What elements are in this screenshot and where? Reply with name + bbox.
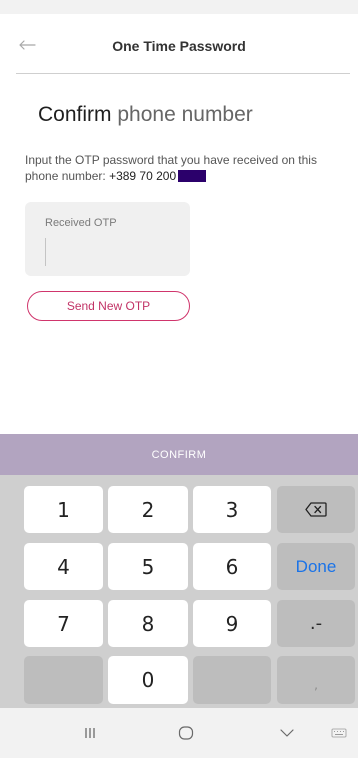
key-8[interactable]: 8 <box>108 600 188 647</box>
recent-apps-button[interactable] <box>75 720 105 746</box>
otp-input-label: Received OTP <box>45 217 117 229</box>
key-6-label: 6 <box>225 554 239 579</box>
page-title: One Time Password <box>112 38 246 54</box>
hide-keyboard-icon <box>280 729 294 737</box>
recent-apps-icon <box>85 728 95 738</box>
hide-keyboard-button[interactable] <box>272 720 302 746</box>
confirm-button[interactable]: CONFIRM <box>0 434 358 475</box>
key-9-label: 9 <box>225 611 239 636</box>
key-4-label: 4 <box>57 554 70 579</box>
key-0[interactable]: 0 <box>108 656 188 704</box>
done-key-label: Done <box>295 556 337 576</box>
text-caret <box>45 238 46 266</box>
comma-label: , <box>314 678 318 692</box>
system-navigation-bar <box>0 708 358 758</box>
key-9[interactable]: 9 <box>193 600 271 647</box>
empty-key-left <box>24 656 103 704</box>
comma-key[interactable]: , <box>277 656 355 704</box>
status-bar <box>0 0 358 14</box>
heading-light: phone number <box>111 103 253 126</box>
key-3-label: 3 <box>225 497 239 522</box>
key-2[interactable]: 2 <box>108 486 188 533</box>
key-6[interactable]: 6 <box>193 543 271 590</box>
dot-minus-key[interactable]: .- <box>277 600 355 647</box>
key-8-label: 8 <box>141 611 155 636</box>
key-1[interactable]: 1 <box>24 486 103 533</box>
key-5-label: 5 <box>141 554 155 579</box>
key-7[interactable]: 7 <box>24 600 103 647</box>
home-button[interactable] <box>171 720 201 746</box>
confirm-heading: Confirm phone number <box>38 103 253 127</box>
otp-input-field[interactable]: Received OTP <box>25 202 190 276</box>
backspace-icon <box>305 502 327 517</box>
key-4[interactable]: 4 <box>24 543 103 590</box>
app-header: One Time Password <box>0 14 358 74</box>
backspace-key[interactable] <box>277 486 355 533</box>
key-3[interactable]: 3 <box>193 486 271 533</box>
dot-minus-label: .- <box>309 613 323 634</box>
key-7-label: 7 <box>57 611 70 636</box>
send-new-otp-label: Send New OTP <box>66 299 151 313</box>
key-2-label: 2 <box>141 497 155 522</box>
phone-screen: One Time Password Confirm phone number I… <box>0 0 358 758</box>
empty-key-right <box>193 656 271 704</box>
send-new-otp-button[interactable]: Send New OTP <box>27 291 190 321</box>
phone-number: +389 70 200 <box>109 169 177 183</box>
key-5[interactable]: 5 <box>108 543 188 590</box>
done-key[interactable]: Done <box>277 543 355 590</box>
heading-strong: Confirm <box>38 103 112 126</box>
key-1-label: 1 <box>57 497 70 522</box>
header-divider <box>16 73 350 74</box>
keyboard-switch-button[interactable] <box>324 720 354 746</box>
home-icon <box>178 726 194 740</box>
otp-instruction: Input the OTP password that you have rec… <box>25 152 345 184</box>
keyboard-icon <box>331 728 347 738</box>
redacted-digits <box>178 170 207 182</box>
key-0-label: 0 <box>141 668 155 692</box>
confirm-label: CONFIRM <box>151 448 207 461</box>
numeric-keyboard: 1 2 3 4 5 6 Done 7 8 9 .- 0 , <box>0 475 358 708</box>
